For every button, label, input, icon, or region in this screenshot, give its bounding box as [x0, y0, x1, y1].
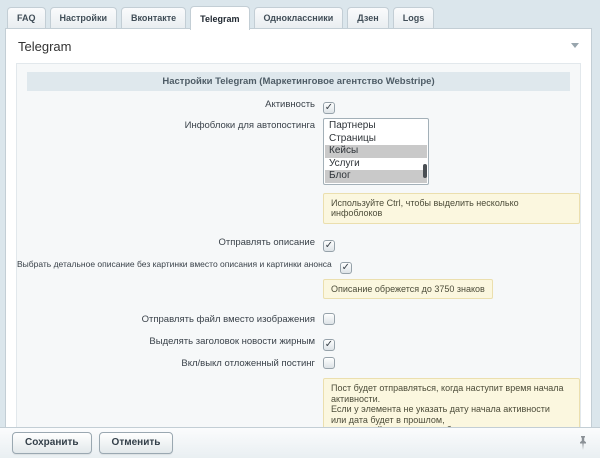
- select-option[interactable]: Партнеры: [325, 120, 427, 133]
- send-file-label: Отправлять файл вместо изображения: [142, 313, 315, 326]
- tab-вконтакте[interactable]: Вконтакте: [121, 7, 186, 29]
- send-file-checkbox[interactable]: [323, 313, 335, 325]
- collapse-chevron-icon[interactable]: [571, 43, 579, 48]
- tab-настройки[interactable]: Настройки: [50, 7, 117, 29]
- section-heading: Настройки Telegram (Маркетинговое агентс…: [27, 72, 570, 91]
- save-button[interactable]: Сохранить: [12, 432, 92, 454]
- row-iblocks-hint: Используйте Ctrl, чтобы выделить несколь…: [17, 193, 580, 224]
- pin-icon[interactable]: [578, 436, 588, 451]
- iblocks-select[interactable]: ПартнерыСтраницыКейсыУслугиБлог: [323, 118, 429, 185]
- deferred-posting-label: Вкл/выкл отложенный постинг: [181, 357, 315, 370]
- tab-logs[interactable]: Logs: [393, 7, 435, 29]
- select-option[interactable]: Страницы: [325, 133, 427, 146]
- cancel-button[interactable]: Отменить: [99, 432, 174, 454]
- activity-checkbox[interactable]: ✓: [323, 102, 335, 114]
- settings-form: Настройки Telegram (Маркетинговое агентс…: [16, 63, 581, 457]
- row-detail-description: Выбрать детальное описание без картинки …: [17, 257, 580, 275]
- row-send-file: Отправлять файл вместо изображения: [17, 312, 580, 330]
- panel-header: Telegram: [6, 29, 591, 56]
- row-activity: Активность ✓: [17, 97, 580, 115]
- row-detail-hint: Описание обрежется до 3750 знаков: [17, 279, 580, 300]
- select-option[interactable]: Кейсы: [325, 145, 427, 158]
- tab-faq[interactable]: FAQ: [7, 7, 46, 29]
- tab-bar: FAQНастройкиВконтактеTelegramОдноклассни…: [0, 0, 600, 29]
- select-scrollbar[interactable]: [423, 164, 427, 178]
- settings-panel: Telegram Настройки Telegram (Маркетингов…: [5, 28, 592, 458]
- page-title: Telegram: [18, 39, 71, 54]
- send-description-checkbox[interactable]: ✓: [323, 240, 335, 252]
- select-option[interactable]: Услуги: [325, 158, 427, 171]
- row-send-description: Отправлять описание ✓: [17, 235, 580, 253]
- send-description-label: Отправлять описание: [218, 236, 315, 249]
- row-deferred-posting: Вкл/выкл отложенный постинг: [17, 356, 580, 374]
- iblocks-label: Инфоблоки для автопостинга: [185, 119, 315, 132]
- tab-telegram[interactable]: Telegram: [190, 6, 249, 30]
- bold-title-checkbox[interactable]: ✓: [323, 339, 335, 351]
- iblocks-hint: Используйте Ctrl, чтобы выделить несколь…: [323, 193, 580, 224]
- select-option[interactable]: Блог: [325, 170, 427, 183]
- tab-одноклассники[interactable]: Одноклассники: [254, 7, 344, 29]
- action-bar: Сохранить Отменить: [0, 427, 600, 458]
- row-bold-title: Выделять заголовок новости жирным ✓: [17, 334, 580, 352]
- deferred-posting-checkbox[interactable]: [323, 357, 335, 369]
- detail-description-label: Выбрать детальное описание без картинки …: [17, 258, 332, 271]
- detail-description-hint: Описание обрежется до 3750 знаков: [323, 279, 493, 300]
- row-iblocks: Инфоблоки для автопостинга ПартнерыСтран…: [17, 118, 580, 185]
- activity-label: Активность: [265, 98, 315, 111]
- bold-title-label: Выделять заголовок новости жирным: [149, 335, 315, 348]
- tab-дзен[interactable]: Дзен: [347, 7, 388, 29]
- detail-description-checkbox[interactable]: ✓: [340, 262, 352, 274]
